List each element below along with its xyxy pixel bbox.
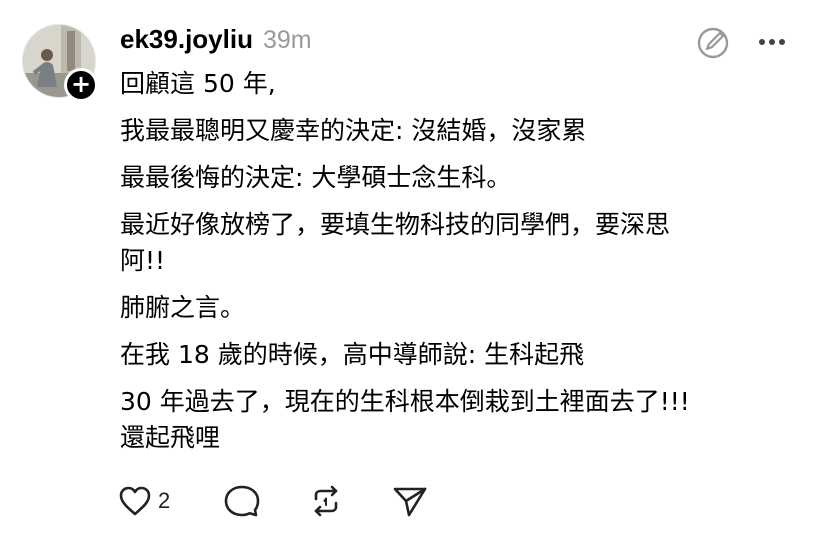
edit-icon[interactable] (696, 26, 730, 60)
share-button[interactable] (392, 482, 428, 520)
timestamp: 39m (262, 26, 312, 54)
post-line: 還起飛哩 (120, 423, 221, 452)
follow-plus-icon[interactable]: + (64, 68, 98, 102)
post-header: ek39.joyliu 39m (120, 24, 312, 60)
post-line: 肺腑之言。 (120, 293, 246, 322)
like-count: 2 (158, 488, 171, 513)
repost-button[interactable] (308, 482, 344, 520)
like-button[interactable]: 2 (118, 482, 170, 520)
post-line: 最近好像放榜了，要填生物科技的同學們，要深思 (120, 210, 671, 239)
post-line: 回顧這 50 年, (120, 69, 276, 98)
comment-button[interactable] (224, 482, 260, 520)
username[interactable]: ek39.joyliu (120, 24, 253, 55)
post-line: 30 年過去了，現在的生科根本倒栽到土裡面去了!!! (120, 387, 690, 416)
post-body: 回顧這 50 年, 我最最聰明又慶幸的決定: 沒結婚，沒家累 最最後悔的決定: … (120, 66, 800, 467)
post-line: 在我 18 歲的時候，高中導師說: 生科起飛 (120, 340, 585, 369)
post-line: 最最後悔的決定: 大學碩士念生科。 (120, 163, 512, 192)
heart-icon (119, 486, 151, 516)
avatar-container[interactable]: + (22, 24, 98, 102)
post-line: 阿!! (120, 246, 166, 275)
share-icon (393, 487, 427, 517)
repost-icon (314, 485, 338, 517)
more-icon[interactable] (756, 30, 788, 54)
comment-icon (224, 485, 260, 517)
post-line: 我最最聰明又慶幸的決定: 沒結婚，沒家累 (120, 116, 587, 145)
